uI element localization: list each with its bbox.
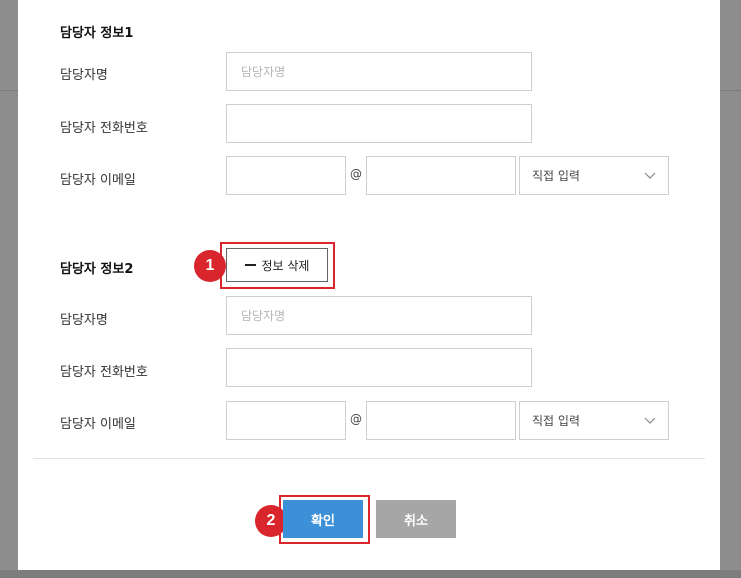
section1-domain-select[interactable]: 직접 입력 bbox=[519, 156, 669, 195]
background-page-right bbox=[719, 0, 741, 578]
contact-info-modal: 담당자 정보1 담당자명 담당자명 담당자 전화번호 담당자 이메일 @ 직접 … bbox=[18, 0, 720, 570]
section1-email-id-input[interactable] bbox=[226, 156, 346, 195]
delete-info-button-label: 정보 삭제 bbox=[261, 258, 310, 273]
section1-phone-label: 담당자 전화번호 bbox=[60, 121, 148, 136]
section2-name-input[interactable]: 담당자명 bbox=[226, 296, 532, 335]
cancel-button[interactable]: 취소 bbox=[376, 500, 456, 538]
section2-domain-select-value: 직접 입력 bbox=[532, 414, 580, 428]
section1-email-domain-input[interactable] bbox=[366, 156, 516, 195]
section1-email-label: 담당자 이메일 bbox=[60, 173, 136, 188]
section2-name-label: 담당자명 bbox=[60, 313, 108, 328]
section2-domain-select[interactable]: 직접 입력 bbox=[519, 401, 669, 440]
background-divider bbox=[0, 90, 18, 91]
section1-name-input[interactable]: 담당자명 bbox=[226, 52, 532, 91]
section1-at-sign: @ bbox=[350, 167, 362, 181]
section2-email-domain-input[interactable] bbox=[366, 401, 516, 440]
background-page-bottom bbox=[0, 570, 741, 578]
chevron-down-icon bbox=[644, 417, 656, 424]
section2-at-sign: @ bbox=[350, 412, 362, 426]
section2-phone-input[interactable] bbox=[226, 348, 532, 387]
section1-title: 담당자 정보1 bbox=[60, 26, 134, 41]
section2-title: 담당자 정보2 bbox=[60, 262, 134, 277]
section1-name-label: 담당자명 bbox=[60, 68, 108, 83]
minus-icon bbox=[244, 264, 256, 266]
section1-domain-select-value: 직접 입력 bbox=[532, 169, 580, 183]
section2-email-id-input[interactable] bbox=[226, 401, 346, 440]
delete-info-button[interactable]: 정보 삭제 bbox=[226, 248, 328, 282]
step-badge-1: 1 bbox=[194, 250, 226, 282]
background-page-left bbox=[0, 0, 18, 578]
confirm-button[interactable]: 확인 bbox=[283, 500, 363, 538]
footer-divider bbox=[33, 458, 705, 459]
section2-phone-label: 담당자 전화번호 bbox=[60, 365, 148, 380]
chevron-down-icon bbox=[644, 172, 656, 179]
background-divider bbox=[719, 90, 741, 91]
section2-email-label: 담당자 이메일 bbox=[60, 417, 136, 432]
section1-phone-input[interactable] bbox=[226, 104, 532, 143]
